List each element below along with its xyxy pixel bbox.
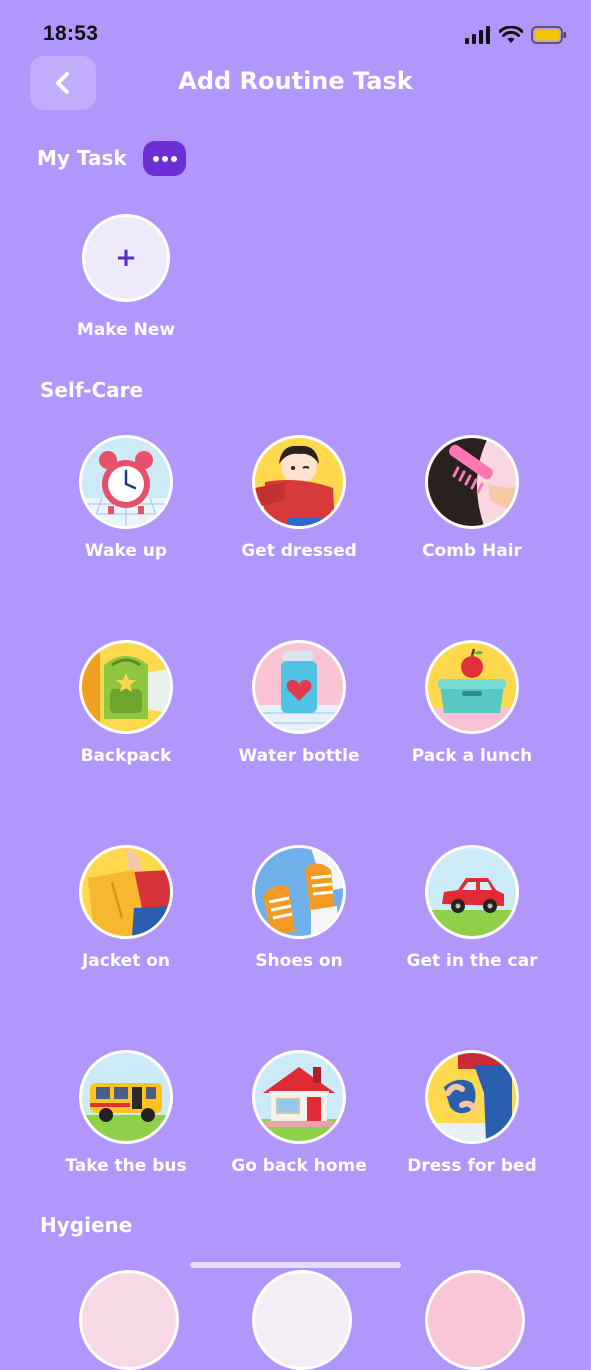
more-dots-icon: [152, 155, 159, 162]
task-label: Water bottle: [238, 746, 360, 766]
make-new-button[interactable]: + Make New: [66, 214, 186, 340]
my-task-heading: My Task: [37, 146, 127, 170]
task-wake-up[interactable]: Wake up: [41, 435, 211, 561]
task-get-dressed[interactable]: Get dressed: [214, 435, 384, 561]
task-label: Jacket on: [81, 951, 171, 971]
task-shoes-on[interactable]: Shoes on: [214, 845, 384, 971]
alarm-clock-icon: [79, 435, 173, 529]
make-new-label: Make New: [76, 320, 176, 340]
task-jacket-on[interactable]: Jacket on: [41, 845, 211, 971]
status-time: 18:53: [43, 22, 99, 45]
task-label: Comb Hair: [422, 541, 522, 561]
task-water-bottle[interactable]: Water bottle: [214, 640, 384, 766]
task-label: Dress for bed: [407, 1156, 537, 1176]
house-icon: [252, 1050, 346, 1144]
home-indicator: [190, 1262, 401, 1268]
child-dressing-icon: [252, 435, 346, 529]
hygiene-task-partial[interactable]: [425, 1270, 525, 1370]
task-label: Wake up: [84, 541, 168, 561]
more-options-button[interactable]: [143, 141, 186, 176]
status-icons: [465, 24, 567, 46]
backpack-icon: [79, 640, 173, 734]
task-label: Take the bus: [65, 1156, 187, 1176]
water-bottle-icon: [252, 640, 346, 734]
self-care-heading: Self-Care: [40, 378, 144, 402]
task-comb-hair[interactable]: Comb Hair: [387, 435, 557, 561]
task-go-back-home[interactable]: Go back home: [214, 1050, 384, 1176]
hygiene-task-partial[interactable]: [79, 1270, 179, 1370]
task-dress-for-bed[interactable]: Dress for bed: [387, 1050, 557, 1176]
wifi-icon: [499, 26, 523, 43]
page-title: Add Routine Task: [178, 67, 413, 95]
signal-icon: [465, 26, 490, 44]
plus-icon: +: [82, 214, 170, 302]
task-label: Get in the car: [406, 951, 538, 971]
task-backpack[interactable]: Backpack: [41, 640, 211, 766]
nav-bar: Add Routine Task: [0, 54, 591, 112]
task-label: Pack a lunch: [411, 746, 533, 766]
lunchbox-icon: [425, 640, 519, 734]
task-pack-a-lunch[interactable]: Pack a lunch: [387, 640, 557, 766]
task-label: Get dressed: [241, 541, 357, 561]
hygiene-heading: Hygiene: [40, 1213, 133, 1237]
task-label: Backpack: [80, 746, 172, 766]
shoes-icon: [252, 845, 346, 939]
comb-icon: [425, 435, 519, 529]
battery-icon: [531, 26, 566, 44]
hygiene-task-partial[interactable]: [252, 1270, 352, 1370]
task-label: Shoes on: [255, 951, 343, 971]
pajamas-icon: [425, 1050, 519, 1144]
status-bar: 18:53: [0, 0, 591, 60]
task-take-the-bus[interactable]: Take the bus: [41, 1050, 211, 1176]
task-get-in-the-car[interactable]: Get in the car: [387, 845, 557, 971]
car-icon: [425, 845, 519, 939]
jacket-icon: [79, 845, 173, 939]
bus-icon: [79, 1050, 173, 1144]
task-label: Go back home: [231, 1156, 367, 1176]
